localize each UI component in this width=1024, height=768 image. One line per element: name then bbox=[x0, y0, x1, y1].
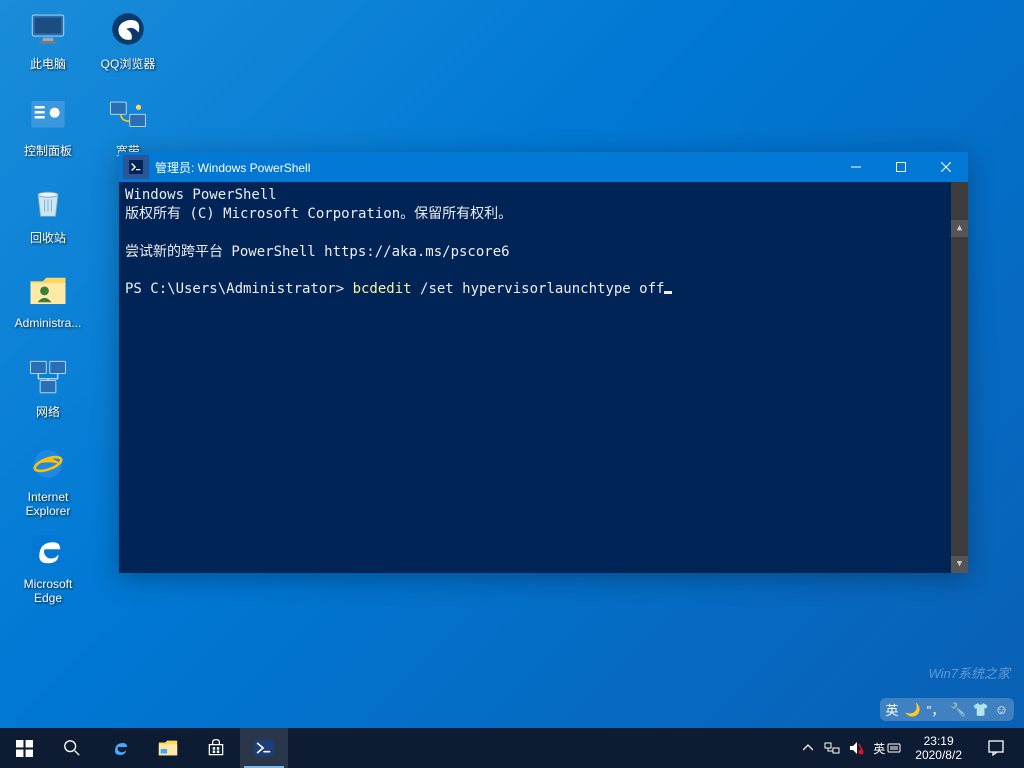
taskbar-spacer bbox=[288, 728, 793, 768]
ime-keyboard-icon bbox=[887, 741, 901, 755]
qq-browser-icon bbox=[104, 5, 152, 53]
user-folder-icon bbox=[24, 266, 72, 314]
taskbar-store[interactable] bbox=[192, 728, 240, 768]
desktop[interactable]: 此电脑 控制面板 回收站 Administra... 网络 bbox=[0, 0, 1024, 728]
window-title: 管理员: Windows PowerShell bbox=[155, 159, 833, 176]
ime-moon-icon[interactable]: 🌙 bbox=[905, 702, 921, 718]
terminal-command: bcdedit bbox=[353, 281, 412, 297]
clock-date: 2020/8/2 bbox=[915, 748, 962, 762]
taskbar[interactable]: 英 23:19 2020/8/2 bbox=[0, 728, 1024, 768]
minimize-button[interactable] bbox=[833, 152, 878, 182]
powershell-window[interactable]: 管理员: Windows PowerShell Windows PowerShe… bbox=[119, 152, 968, 573]
action-center-button[interactable] bbox=[972, 739, 1020, 757]
ime-face-icon[interactable]: ☺ bbox=[995, 702, 1008, 717]
taskbar-edge[interactable] bbox=[96, 728, 144, 768]
recycle-bin[interactable]: 回收站 bbox=[10, 179, 86, 264]
tray-ime[interactable]: 英 bbox=[869, 740, 905, 757]
scroll-down-icon[interactable]: ▼ bbox=[951, 556, 968, 573]
powershell-icon bbox=[123, 155, 149, 179]
tray-volume-icon[interactable] bbox=[845, 728, 867, 768]
ime-floating-toolbar[interactable]: 英 🌙 "， 🔧 👕 ☺ bbox=[880, 698, 1014, 721]
network-icon bbox=[24, 353, 72, 401]
window-controls bbox=[833, 152, 968, 182]
system-tray[interactable]: 英 23:19 2020/8/2 bbox=[793, 728, 1024, 768]
icon-label: Microsoft Edge bbox=[11, 577, 85, 605]
terminal-scrollbar[interactable]: ▲ ▼ bbox=[951, 182, 968, 573]
icon-label: Internet Explorer bbox=[11, 490, 85, 518]
taskbar-powershell[interactable] bbox=[240, 728, 288, 768]
qq-browser[interactable]: QQ浏览器 bbox=[90, 5, 166, 90]
desktop-icons-col1: 此电脑 控制面板 回收站 Administra... 网络 bbox=[10, 5, 86, 614]
control-panel[interactable]: 控制面板 bbox=[10, 92, 86, 177]
internet-explorer[interactable]: Internet Explorer bbox=[10, 440, 86, 525]
terminal-line: 版权所有 (C) Microsoft Corporation。保留所有权利。 bbox=[125, 206, 512, 222]
terminal-prompt: PS C:\Users\Administrator> bbox=[125, 281, 353, 297]
tray-clock[interactable]: 23:19 2020/8/2 bbox=[907, 734, 970, 763]
pc-icon bbox=[24, 5, 72, 53]
icon-label: 控制面板 bbox=[24, 142, 72, 159]
broadband-icon bbox=[104, 92, 152, 140]
microsoft-edge[interactable]: Microsoft Edge bbox=[10, 527, 86, 612]
cursor bbox=[664, 291, 672, 294]
icon-label: Administra... bbox=[15, 316, 82, 330]
search-button[interactable] bbox=[48, 728, 96, 768]
icon-label: 网络 bbox=[36, 403, 60, 420]
start-button[interactable] bbox=[0, 728, 48, 768]
user-folder[interactable]: Administra... bbox=[10, 266, 86, 351]
tray-network-icon[interactable] bbox=[821, 728, 843, 768]
terminal-line: Windows PowerShell bbox=[125, 187, 277, 203]
recycle-bin-icon bbox=[24, 179, 72, 227]
terminal-line: 尝试新的跨平台 PowerShell https://aka.ms/pscore… bbox=[125, 244, 510, 260]
icon-label: 回收站 bbox=[30, 229, 66, 246]
maximize-button[interactable] bbox=[878, 152, 923, 182]
network[interactable]: 网络 bbox=[10, 353, 86, 438]
ime-label: 英 bbox=[873, 740, 885, 757]
watermark: Win7系统之家 bbox=[928, 663, 1010, 682]
ime-comma-icon[interactable]: "， bbox=[927, 700, 945, 719]
taskbar-explorer[interactable] bbox=[144, 728, 192, 768]
ime-skin-icon[interactable]: 👕 bbox=[973, 702, 989, 718]
control-panel-icon bbox=[24, 92, 72, 140]
icon-label: QQ浏览器 bbox=[101, 55, 156, 72]
tray-overflow-icon[interactable] bbox=[797, 728, 819, 768]
icon-label: 此电脑 bbox=[30, 55, 66, 72]
ie-icon bbox=[24, 440, 72, 488]
this-pc[interactable]: 此电脑 bbox=[10, 5, 86, 90]
ime-tool-icon[interactable]: 🔧 bbox=[950, 702, 966, 718]
ime-lang[interactable]: 英 bbox=[886, 700, 899, 719]
scroll-up-icon[interactable]: ▲ bbox=[951, 220, 968, 237]
edge-icon bbox=[24, 527, 72, 575]
clock-time: 23:19 bbox=[915, 734, 962, 748]
titlebar[interactable]: 管理员: Windows PowerShell bbox=[119, 152, 968, 182]
terminal-args: /set hypervisorlaunchtype off bbox=[412, 281, 665, 297]
close-button[interactable] bbox=[923, 152, 968, 182]
terminal-body[interactable]: Windows PowerShell 版权所有 (C) Microsoft Co… bbox=[119, 182, 968, 573]
